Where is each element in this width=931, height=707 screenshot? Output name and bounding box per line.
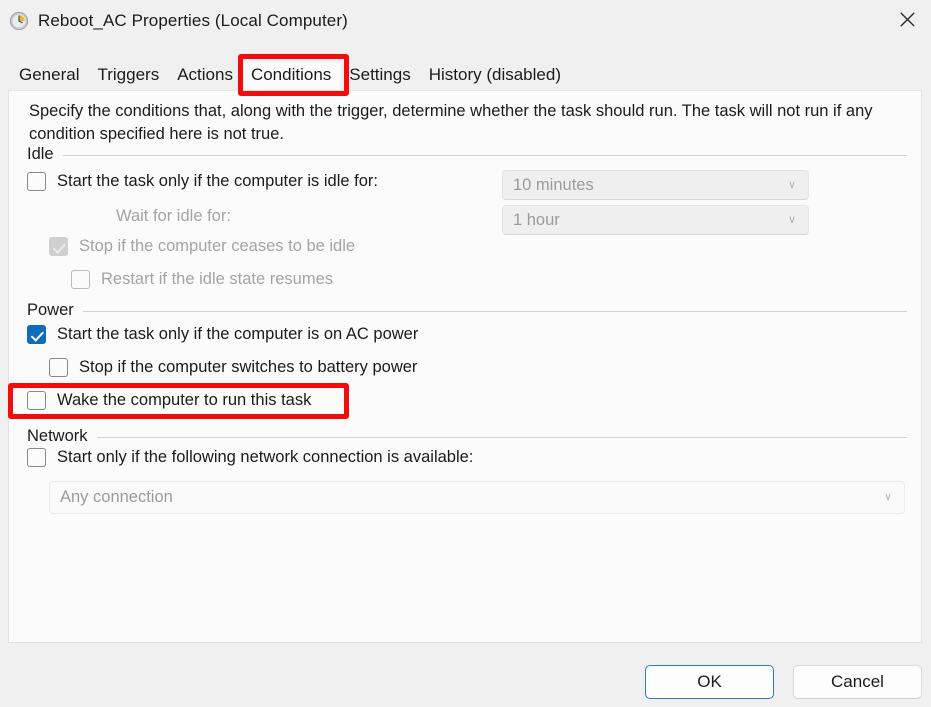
checkbox-row-ac-power[interactable]: Start the task only if the computer is o… xyxy=(27,325,418,344)
tab-actions[interactable]: Actions xyxy=(168,62,242,92)
cancel-button[interactable]: Cancel xyxy=(793,665,922,699)
tab-general[interactable]: General xyxy=(10,62,88,92)
group-divider-idle xyxy=(62,154,907,156)
label-start-if-idle: Start the task only if the computer is i… xyxy=(57,172,378,190)
checkbox-wake-computer[interactable] xyxy=(27,391,46,410)
checkbox-row-start-if-idle[interactable]: Start the task only if the computer is i… xyxy=(27,172,378,191)
checkbox-row-restart-if-resumes[interactable]: Restart if the idle state resumes xyxy=(71,270,333,289)
combo-network-connection-value: Any connection xyxy=(60,488,173,506)
group-header-idle: Idle xyxy=(27,145,907,163)
checkbox-stop-if-ceases-idle[interactable] xyxy=(49,237,68,256)
combo-idle-duration[interactable]: 10 minutes ∨ xyxy=(502,170,809,200)
chevron-down-icon: ∨ xyxy=(787,178,796,191)
label-stop-on-battery: Stop if the computer switches to battery… xyxy=(79,358,418,376)
group-header-power: Power xyxy=(27,301,907,319)
close-icon[interactable] xyxy=(883,0,931,38)
task-scheduler-clock-icon xyxy=(9,11,29,31)
tab-history[interactable]: History (disabled) xyxy=(420,62,570,92)
checkbox-row-stop-on-battery[interactable]: Stop if the computer switches to battery… xyxy=(49,358,417,377)
ok-button[interactable]: OK xyxy=(645,665,774,699)
tab-settings[interactable]: Settings xyxy=(340,62,419,92)
panel-description: Specify the conditions that, along with … xyxy=(29,102,873,143)
conditions-panel: Specify the conditions that, along with … xyxy=(8,90,922,643)
label-stop-if-ceases-idle: Stop if the computer ceases to be idle xyxy=(79,237,356,255)
combo-network-connection[interactable]: Any connection ∨ xyxy=(49,481,905,514)
ok-button-label: OK xyxy=(697,672,722,691)
checkbox-stop-on-battery[interactable] xyxy=(49,358,68,377)
group-label-power: Power xyxy=(27,300,74,319)
checkbox-start-if-idle[interactable] xyxy=(27,172,46,191)
label-ac-power: Start the task only if the computer is o… xyxy=(57,325,419,343)
tab-conditions[interactable]: Conditions xyxy=(241,62,341,92)
group-divider-network xyxy=(96,436,907,438)
label-wake-computer: Wake the computer to run this task xyxy=(57,391,312,409)
label-start-if-network: Start only if the following network conn… xyxy=(57,448,474,466)
chevron-down-icon: ∨ xyxy=(787,213,796,226)
checkbox-row-wake-computer[interactable]: Wake the computer to run this task xyxy=(27,391,311,410)
label-restart-if-resumes: Restart if the idle state resumes xyxy=(101,270,334,288)
group-header-network: Network xyxy=(27,427,907,445)
checkbox-row-stop-if-ceases-idle[interactable]: Stop if the computer ceases to be idle xyxy=(49,237,355,256)
checkbox-row-start-if-network[interactable]: Start only if the following network conn… xyxy=(27,448,473,467)
combo-idle-duration-value: 10 minutes xyxy=(513,175,594,194)
tab-triggers[interactable]: Triggers xyxy=(88,62,168,92)
checkbox-restart-if-resumes[interactable] xyxy=(71,270,90,289)
cancel-button-label: Cancel xyxy=(831,672,884,691)
combo-wait-for-idle-value: 1 hour xyxy=(513,210,560,229)
checkbox-start-if-network[interactable] xyxy=(27,448,46,467)
group-label-idle: Idle xyxy=(27,144,54,163)
window-title: Reboot_AC Properties (Local Computer) xyxy=(38,11,348,30)
label-wait-for-idle: Wait for idle for: xyxy=(116,207,231,225)
chevron-down-icon: ∨ xyxy=(883,491,892,503)
title-bar: Reboot_AC Properties (Local Computer) xyxy=(0,0,931,42)
tab-strip: General Triggers Actions Conditions Sett… xyxy=(0,58,931,92)
combo-wait-for-idle[interactable]: 1 hour ∨ xyxy=(502,205,809,235)
checkbox-ac-power[interactable] xyxy=(27,325,46,344)
group-divider-power xyxy=(82,310,907,312)
group-label-network: Network xyxy=(27,426,88,445)
